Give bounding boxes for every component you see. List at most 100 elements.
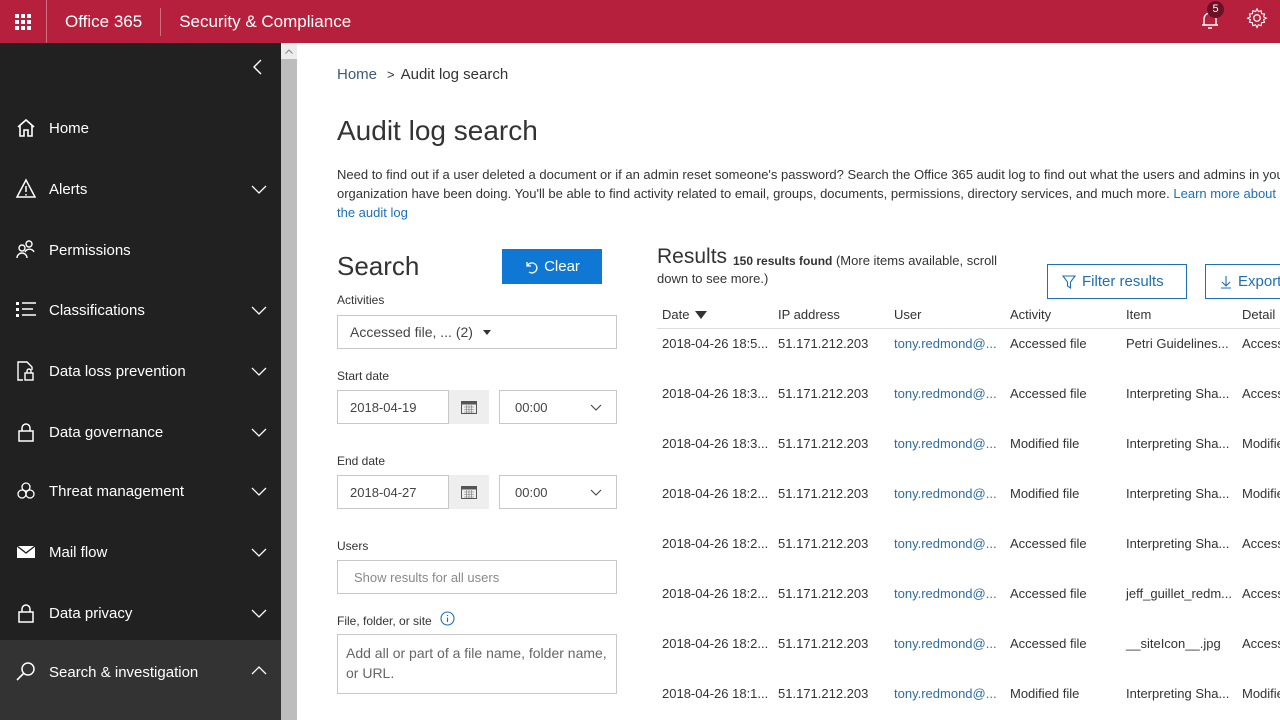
mail-icon <box>16 545 36 558</box>
start-date-calendar-button[interactable] <box>449 390 489 424</box>
column-header-item[interactable]: Item <box>1126 307 1151 322</box>
scroll-up-button[interactable] <box>281 43 297 59</box>
table-row[interactable]: 2018-04-26 18:2... 51.171.212.203 tony.red… <box>657 636 1280 686</box>
cell-item: __siteIcon__.jpg <box>1126 636 1221 651</box>
column-header-activity[interactable]: Activity <box>1010 307 1051 322</box>
filter-results-label: Filter results <box>1082 273 1164 290</box>
cell-user[interactable]: tony.redmond@... <box>894 486 997 501</box>
biohazard-icon <box>17 482 35 499</box>
table-row[interactable]: 2018-04-26 18:2... 51.171.212.203 tony.red… <box>657 536 1280 586</box>
sidebar-nav: Home Alerts Permissions Classifications … <box>0 43 281 720</box>
export-results-button[interactable]: Export results <box>1205 264 1280 299</box>
search-heading: Search <box>337 251 420 281</box>
sidebar-item-home[interactable]: Home <box>0 98 281 158</box>
column-header-user[interactable]: User <box>894 307 921 322</box>
sidebar-item-classifications[interactable]: Classifications <box>0 280 281 340</box>
table-row[interactable]: 2018-04-26 18:2... 51.171.212.203 tony.red… <box>657 486 1280 536</box>
start-date-input[interactable]: 2018-04-19 <box>337 390 449 424</box>
sidebar-item-data-governance[interactable]: Data governance <box>0 402 281 462</box>
sidebar-item-label: Alerts <box>49 180 88 198</box>
sidebar-item-label: Classifications <box>49 301 145 319</box>
chevron-up-icon[interactable] <box>250 664 268 676</box>
activities-value: Accessed file, ... (2) <box>350 324 473 340</box>
sidebar-item-label: Home <box>49 119 90 137</box>
cell-date: 2018-04-26 18:3... <box>662 436 769 451</box>
chevron-down-icon[interactable] <box>250 304 268 316</box>
filter-results-button[interactable]: Filter results <box>1047 264 1187 299</box>
sidebar-item-threat-management[interactable]: Threat management <box>0 461 281 521</box>
brand-link[interactable]: Office 365 <box>47 7 162 36</box>
cell-user[interactable]: tony.redmond@... <box>894 386 997 401</box>
end-time-dropdown[interactable]: 00:00 <box>499 475 617 509</box>
collapse-nav-icon[interactable] <box>249 58 267 76</box>
file-folder-site-input[interactable]: Add all or part of a file name, folder n… <box>337 634 617 694</box>
users-input[interactable]: Show results for all users <box>337 560 617 594</box>
waffle-icon <box>15 13 31 30</box>
cell-item: Interpreting Sha... <box>1126 436 1230 451</box>
cell-user[interactable]: tony.redmond@... <box>894 336 997 351</box>
end-date-calendar-button[interactable] <box>449 475 489 509</box>
app-title[interactable]: Security & Compliance <box>161 12 369 32</box>
sidebar-scrollbar[interactable] <box>281 43 297 720</box>
cell-user[interactable]: tony.redmond@... <box>894 686 997 701</box>
sidebar-item-mail-flow[interactable]: Mail flow <box>0 522 281 582</box>
column-header-ip-address[interactable]: IP address <box>778 307 840 322</box>
table-row[interactable]: 2018-04-26 18:1... 51.171.212.203 tony.red… <box>657 686 1280 720</box>
clear-button[interactable]: Clear <box>502 249 602 284</box>
chevron-down-icon[interactable] <box>250 183 268 195</box>
app-launcher-button[interactable] <box>0 0 47 43</box>
start-date-label: Start date <box>337 369 390 383</box>
cell-date: 2018-04-26 18:1... <box>662 686 769 701</box>
cell-user[interactable]: tony.redmond@... <box>894 436 997 451</box>
column-header-detail[interactable]: Detail <box>1242 307 1275 322</box>
table-row[interactable]: 2018-04-26 18:5... 51.171.212.203 tony.red… <box>657 336 1280 386</box>
chevron-down-icon[interactable] <box>250 607 268 619</box>
sidebar-item-label: Permissions <box>49 241 131 259</box>
chevron-down-icon[interactable] <box>250 365 268 377</box>
chevron-down-icon[interactable] <box>250 426 268 438</box>
cell-activity: Accessed file <box>1010 636 1087 651</box>
end-date-input[interactable]: 2018-04-27 <box>337 475 449 509</box>
calendar-icon <box>461 401 477 414</box>
cell-user[interactable]: tony.redmond@... <box>894 586 997 601</box>
results-summary: 150 results found (More items available,… <box>733 249 1033 273</box>
breadcrumb-home-link[interactable]: Home <box>337 66 377 83</box>
cell-item: Interpreting Sha... <box>1126 686 1230 701</box>
cell-detail: Modified file <box>1242 436 1280 451</box>
cell-date: 2018-04-26 18:2... <box>662 586 769 601</box>
table-row[interactable]: 2018-04-26 18:2... 51.171.212.203 tony.red… <box>657 586 1280 636</box>
sidebar-item-permissions[interactable]: Permissions <box>0 220 281 280</box>
info-icon[interactable] <box>440 611 455 626</box>
page-description: Need to find out if a user deleted a doc… <box>337 165 1280 222</box>
notification-badge: 5 <box>1207 1 1224 18</box>
cell-detail: Accessed file <box>1242 386 1280 401</box>
table-row[interactable]: 2018-04-26 18:3... 51.171.212.203 tony.red… <box>657 386 1280 436</box>
activities-dropdown[interactable]: Accessed file, ... (2) <box>337 315 617 349</box>
cell-activity: Modified file <box>1010 686 1080 701</box>
column-header-date[interactable]: Date <box>662 307 708 322</box>
table-row[interactable]: 2018-04-26 18:3... 51.171.212.203 tony.red… <box>657 436 1280 486</box>
cell-ip: 51.171.212.203 <box>778 486 869 501</box>
cell-activity: Modified file <box>1010 436 1080 451</box>
sidebar-item-label: Search & investigation <box>49 664 199 681</box>
cell-date: 2018-04-26 18:3... <box>662 386 769 401</box>
gear-icon[interactable] <box>1246 7 1268 29</box>
main-content: Home > Audit log search Audit log search N… <box>297 43 1280 720</box>
chevron-down-icon <box>590 404 602 411</box>
sidebar-item-data-loss-prevention[interactable]: Data loss prevention <box>0 341 281 401</box>
clear-button-label: Clear <box>544 258 580 275</box>
chevron-down-icon[interactable] <box>250 485 268 497</box>
start-time-dropdown[interactable]: 00:00 <box>499 390 617 424</box>
breadcrumb: Home > Audit log search <box>337 66 508 83</box>
sidebar-item-search-investigation[interactable]: Search & investigation <box>0 640 281 720</box>
cell-user[interactable]: tony.redmond@... <box>894 536 997 551</box>
sidebar-item-alerts[interactable]: Alerts <box>0 159 281 219</box>
cell-ip: 51.171.212.203 <box>778 536 869 551</box>
sidebar-item-label: Data privacy <box>49 604 133 622</box>
chevron-down-icon[interactable] <box>250 546 268 558</box>
cell-activity: Accessed file <box>1010 386 1087 401</box>
sidebar-item-data-privacy[interactable]: Data privacy <box>0 583 281 643</box>
cell-date: 2018-04-26 18:2... <box>662 636 769 651</box>
column-header-label: IP address <box>778 307 840 322</box>
cell-user[interactable]: tony.redmond@... <box>894 636 997 651</box>
